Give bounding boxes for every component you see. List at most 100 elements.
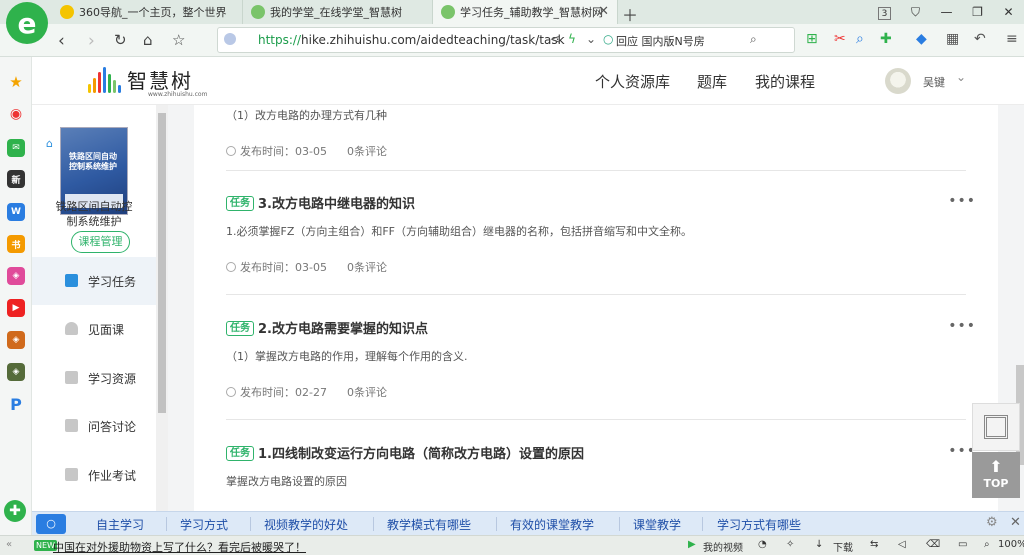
browser-icon[interactable]: ◔ <box>758 539 767 550</box>
clock-icon <box>226 387 236 397</box>
comment-count[interactable]: 0条评论 <box>347 261 387 274</box>
undo-icon[interactable]: ↶ <box>974 31 986 47</box>
search-tool-icon[interactable]: ⌕ <box>856 31 864 47</box>
task-title[interactable]: 任务 2.改方电路需要掌握的知识点 <box>226 318 428 337</box>
extension-icon[interactable]: ◆ <box>916 31 927 47</box>
new-tab-button[interactable]: ＋ <box>622 2 638 26</box>
game-app-icon-2[interactable]: ◈ <box>7 331 25 349</box>
zoom-level[interactable]: 100% <box>998 539 1024 550</box>
apps-grid-icon[interactable]: ▦ <box>946 31 959 47</box>
home-icon[interactable]: ⌂ <box>143 31 153 49</box>
task-meta: 发布时间：02-27 0条评论 <box>226 384 387 400</box>
news-link[interactable]: 中国在对外援助物资上写了什么？看完后被暖哭了！ <box>53 539 306 555</box>
translate-icon[interactable]: ⊞ <box>806 31 818 47</box>
menu-meeting-class[interactable]: 见面课 <box>32 305 156 353</box>
game-icon[interactable]: ✚ <box>880 31 892 47</box>
game-app-icon-3[interactable]: ◈ <box>7 363 25 381</box>
hot-link[interactable]: 教学模式有哪些 <box>387 516 471 533</box>
comment-count[interactable]: 0条评论 <box>347 386 387 399</box>
address-bar[interactable]: https://hike.zhihuishu.com/aidedteaching… <box>217 27 795 53</box>
back-to-top-button[interactable]: ⬆ TOP <box>972 452 1020 498</box>
cleanup-icon[interactable]: ⌫ <box>926 539 940 550</box>
minimize-button[interactable]: — <box>931 5 962 19</box>
chevron-down-icon[interactable]: ⌄ <box>956 70 966 84</box>
close-window-button[interactable]: ✕ <box>993 5 1024 19</box>
user-name[interactable]: 吴键 <box>923 74 945 90</box>
task-title[interactable]: 任务 3.改方电路中继电器的知识 <box>226 193 415 212</box>
hot-link[interactable]: 有效的课堂教学 <box>510 516 594 533</box>
hot-link[interactable]: 视频教学的好处 <box>264 516 348 533</box>
forward-icon[interactable]: › <box>88 31 95 51</box>
speed-mode-icon[interactable]: ϟ <box>568 32 576 46</box>
favorite-star-icon[interactable]: ☆ <box>172 31 185 49</box>
site-logo[interactable]: 智慧树 www.zhihuishu.com <box>88 67 207 98</box>
search-suggestion[interactable]: 回应 国内版N号房 <box>616 33 705 49</box>
my-video-link[interactable]: 我的视频 <box>703 539 743 554</box>
screenshot-icon[interactable]: ✂ <box>834 31 846 47</box>
news-icon[interactable]: 新 <box>7 170 25 188</box>
close-tab-icon[interactable]: ✕ <box>598 4 609 19</box>
weibo-icon[interactable]: ◉ <box>7 105 25 123</box>
novel-icon[interactable]: 书 <box>7 235 25 253</box>
back-icon[interactable]: ‹ <box>58 31 65 51</box>
game-app-icon[interactable]: ◈ <box>7 267 25 285</box>
zoom-icon[interactable]: ⌕ <box>984 539 990 550</box>
screen-icon[interactable]: ▭ <box>958 539 967 550</box>
avatar[interactable] <box>885 68 911 94</box>
tab-my-classroom[interactable]: 我的学堂_在线学堂_智慧树 <box>243 0 433 24</box>
hot-link[interactable]: 学习方式有哪些 <box>717 516 801 533</box>
hot-link[interactable]: 学习方式 <box>180 516 228 533</box>
search-logo-icon[interactable]: ○ <box>36 514 66 534</box>
sidebar-scrollbar-thumb[interactable] <box>158 113 166 413</box>
close-icon[interactable]: ✕ <box>1010 515 1021 530</box>
more-options-icon[interactable]: ••• <box>948 318 976 334</box>
nav-question-bank[interactable]: 题库 <box>697 71 727 92</box>
tab-360-nav[interactable]: 360导航_一个主页，整个世界 <box>52 0 243 24</box>
menu-qa-discussion[interactable]: 问答讨论 <box>32 402 156 450</box>
qr-code-button[interactable] <box>972 403 1020 451</box>
course-manage-button[interactable]: 课程管理 <box>71 231 130 253</box>
sound-icon[interactable]: ◁ <box>898 539 906 550</box>
sync-icon[interactable]: ⇆ <box>870 539 878 550</box>
browser-logo-icon[interactable]: e <box>6 2 48 44</box>
hot-link[interactable]: 课堂教学 <box>633 516 681 533</box>
sidebar-add-icon[interactable]: ✚ <box>4 500 26 522</box>
top-label: TOP <box>983 477 1009 490</box>
menu-learning-resources[interactable]: 学习资源 <box>32 354 156 402</box>
home-icon[interactable]: ⌂ <box>46 137 53 150</box>
divider <box>373 517 374 531</box>
menu-learning-task[interactable]: 学习任务 <box>32 257 156 305</box>
restore-button[interactable]: ❐ <box>962 5 993 19</box>
url-dropdown-icon[interactable]: ⌄ <box>586 32 596 46</box>
tab-learning-task[interactable]: 学习任务_辅助教学_智慧树网 ✕ <box>433 0 618 24</box>
video-app-icon[interactable]: ▶ <box>7 299 25 317</box>
favorites-star-icon[interactable]: ★ <box>7 73 25 91</box>
url-text[interactable]: https://hike.zhihuishu.com/aidedteaching… <box>258 33 565 47</box>
publish-date: 03-05 <box>295 145 327 158</box>
download-link[interactable]: 下载 <box>833 539 853 554</box>
share-icon[interactable]: ⋖ <box>550 32 560 46</box>
download-icon[interactable]: ↓ <box>815 539 823 550</box>
skin-icon[interactable]: ⛉ <box>900 5 931 20</box>
site-security-icon[interactable] <box>224 33 236 45</box>
comment-count[interactable]: 0条评论 <box>347 145 387 158</box>
gear-icon[interactable]: ⚙ <box>986 515 998 530</box>
hot-link[interactable]: 自主学习 <box>96 516 144 533</box>
mail-icon[interactable]: ✉ <box>7 139 25 157</box>
pp-icon[interactable]: P <box>7 395 25 414</box>
nav-personal-resources[interactable]: 个人资源库 <box>595 71 670 92</box>
menu-icon[interactable]: ≡ <box>1006 31 1018 47</box>
refresh-icon[interactable]: ↻ <box>114 31 127 49</box>
search-engine-icon[interactable]: ○ <box>603 32 613 46</box>
video-icon[interactable]: ▶ <box>688 539 696 550</box>
more-options-icon[interactable]: ••• <box>948 193 976 209</box>
doc-icon[interactable]: W <box>7 203 25 221</box>
task-title[interactable]: 任务 1.四线制改变运行方向电路（简称改方电路）设置的原因 <box>226 443 584 462</box>
menu-homework-exam[interactable]: 作业考试 <box>32 451 156 499</box>
tools-icon[interactable]: ✧ <box>786 539 794 550</box>
nav-my-courses[interactable]: 我的课程 <box>755 71 815 92</box>
expand-icon[interactable]: « <box>6 539 12 550</box>
logo-sub: www.zhihuishu.com <box>148 91 208 98</box>
search-icon[interactable]: ⌕ <box>750 32 757 47</box>
tab-count-badge[interactable]: 3 <box>869 5 900 20</box>
